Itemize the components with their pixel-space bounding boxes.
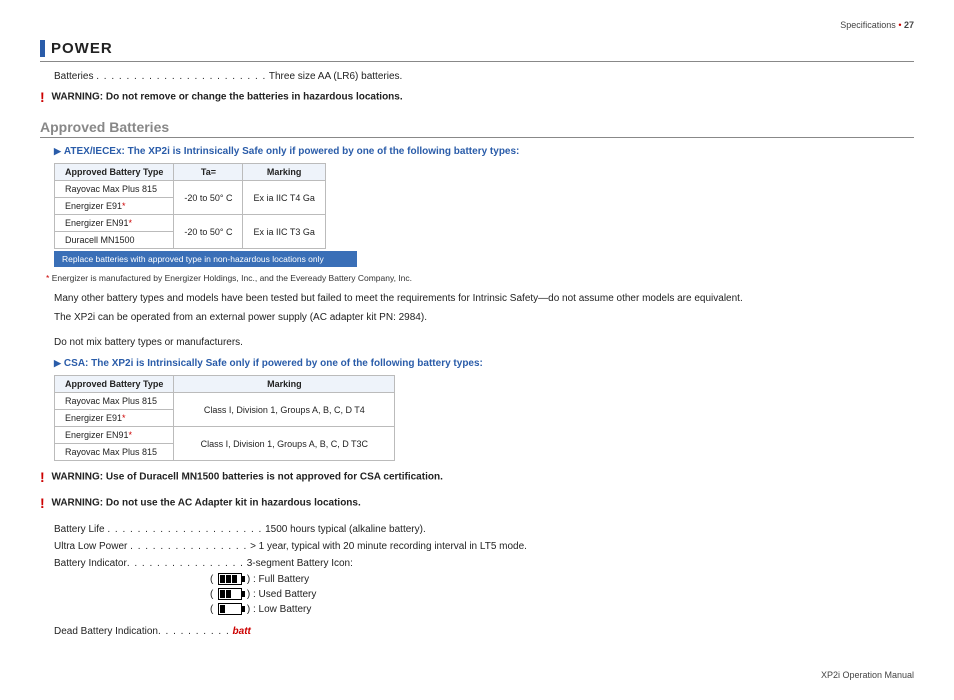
- table-row: Rayovac Max Plus 815 Class I, Division 1…: [55, 393, 395, 410]
- col-ta: Ta=: [174, 164, 243, 181]
- para-external-ps: The XP2i can be operated from an externa…: [54, 310, 914, 325]
- warning-ac-adapter: ! WARNING: Do not use the AC Adapter kit…: [40, 495, 914, 511]
- asterisk-icon: *: [46, 273, 49, 283]
- table-row: Energizer EN91* -20 to 50° C Ex ia IIC T…: [55, 215, 326, 232]
- csa-table: Approved Battery Type Marking Rayovac Ma…: [54, 375, 395, 461]
- para-other-types: Many other battery types and models have…: [54, 291, 914, 306]
- col-type: Approved Battery Type: [55, 164, 174, 181]
- approved-batteries-heading: Approved Batteries: [40, 119, 914, 135]
- batt-low: ( ) : Low Battery: [210, 602, 914, 617]
- spec-ulp: Ultra Low Power . . . . . . . . . . . . …: [54, 538, 914, 555]
- triangle-right-icon: ▶: [54, 358, 61, 368]
- col-type: Approved Battery Type: [55, 376, 174, 393]
- battery-full-icon: [218, 573, 242, 585]
- spec-battery-life: Battery Life . . . . . . . . . . . . . .…: [54, 521, 914, 538]
- para-no-mix: Do not mix battery types or manufacturer…: [54, 335, 914, 350]
- warning-icon: !: [40, 89, 45, 105]
- warning-csa: ! WARNING: Use of Duracell MN1500 batter…: [40, 469, 914, 485]
- spec-batteries: Batteries . . . . . . . . . . . . . . . …: [54, 68, 914, 85]
- col-marking: Marking: [174, 376, 395, 393]
- rule: [40, 61, 914, 62]
- page-header: Specifications • 27: [40, 20, 914, 30]
- asterisk-icon: *: [122, 413, 126, 423]
- triangle-right-icon: ▶: [54, 146, 61, 156]
- csa-heading: ▶CSA: The XP2i is Intrinsically Safe onl…: [54, 358, 914, 369]
- spec-batt-indicator: Battery Indicator. . . . . . . . . . . .…: [54, 555, 914, 572]
- batt-full: ( ) : Full Battery: [210, 572, 914, 587]
- table-row: Energizer EN91* Class I, Division 1, Gro…: [55, 427, 395, 444]
- batt-used: ( ) : Used Battery: [210, 587, 914, 602]
- table-row: Rayovac Max Plus 815 -20 to 50° C Ex ia …: [55, 181, 326, 198]
- rule: [40, 137, 914, 138]
- asterisk-icon: *: [129, 430, 133, 440]
- battery-used-icon: [218, 588, 242, 600]
- page-footer: XP2i Operation Manual: [40, 670, 914, 680]
- asterisk-icon: *: [122, 201, 126, 211]
- spec-dead-battery: Dead Battery Indication. . . . . . . . .…: [54, 623, 914, 640]
- col-marking: Marking: [243, 164, 325, 181]
- atex-table: Approved Battery Type Ta= Marking Rayova…: [54, 163, 326, 249]
- battery-low-icon: [218, 603, 242, 615]
- section-title-power: POWER: [40, 40, 914, 57]
- footnote-energizer: * Energizer is manufactured by Energizer…: [46, 273, 914, 283]
- asterisk-icon: *: [129, 218, 133, 228]
- warning-icon: !: [40, 495, 45, 511]
- warning-icon: !: [40, 469, 45, 485]
- atex-note-bar: Replace batteries with approved type in …: [54, 251, 357, 267]
- atex-heading: ▶ATEX/IECEx: The XP2i is Intrinsically S…: [54, 146, 914, 157]
- warning-batteries: ! WARNING: Do not remove or change the b…: [40, 89, 914, 105]
